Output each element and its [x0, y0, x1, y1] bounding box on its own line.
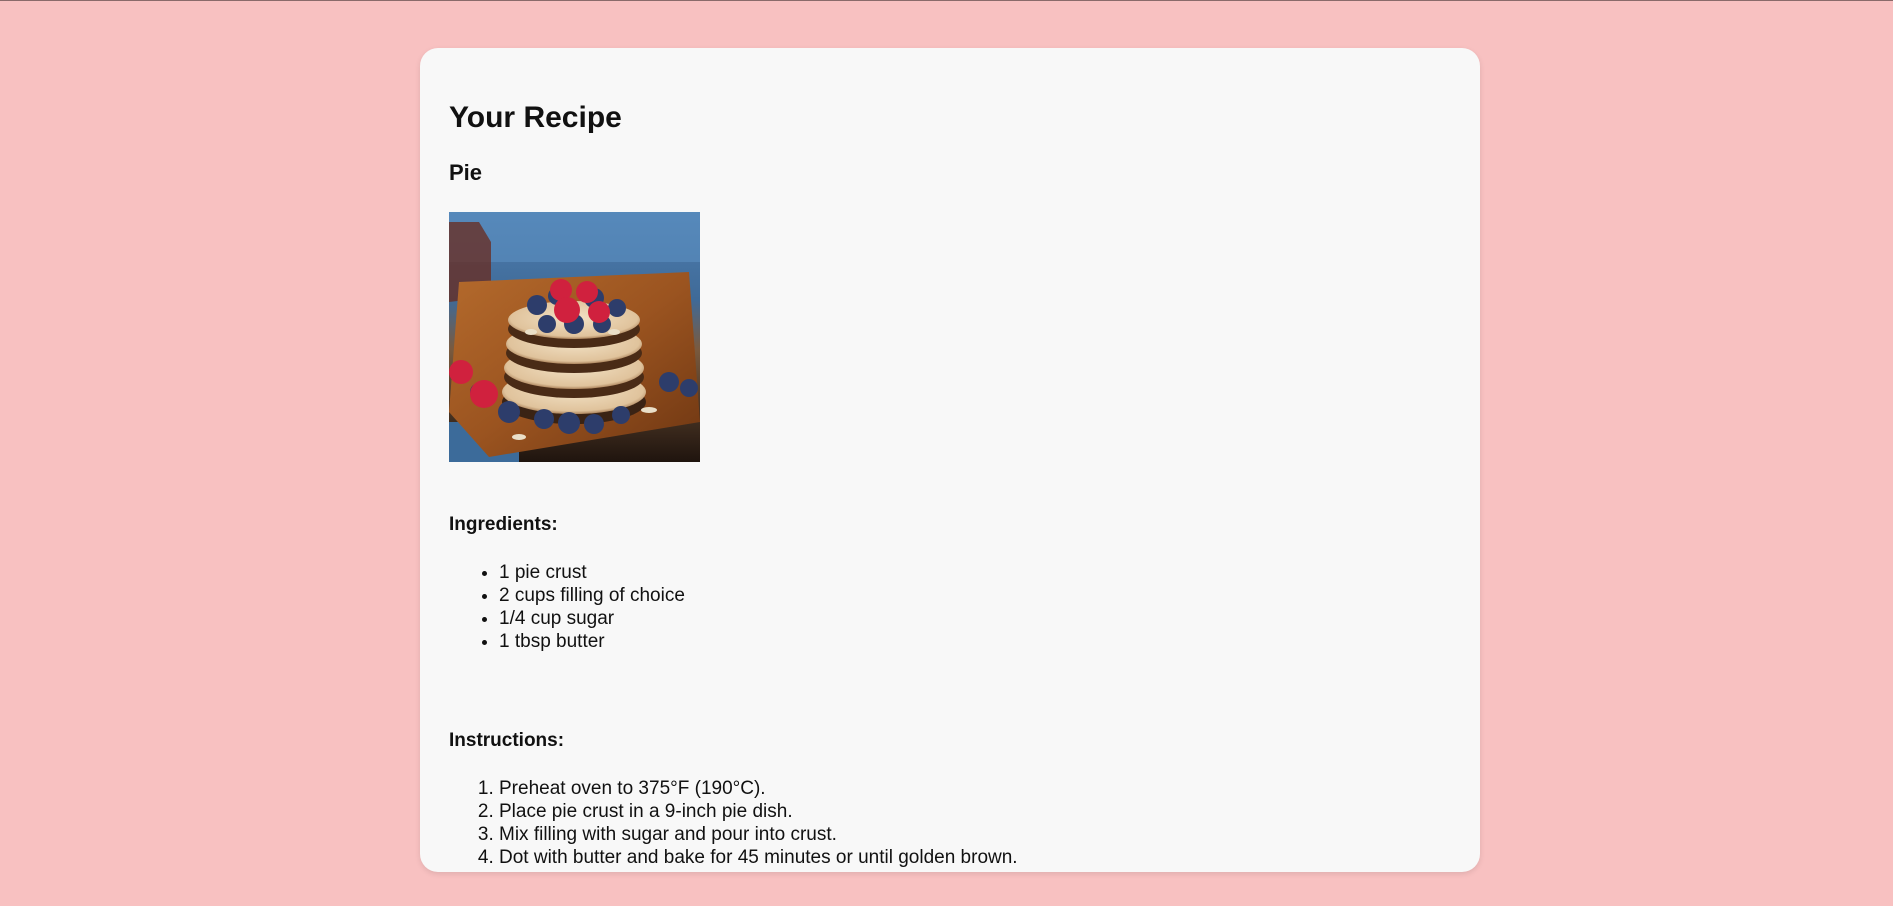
recipe-card: Your Recipe Pie Ingredients: • 1 pie cru…	[420, 48, 1480, 872]
ingredient-item: 1/4 cup sugar	[499, 607, 685, 630]
ingredients-list: 1 pie crust 2 cups filling of choice 1/4…	[449, 561, 685, 653]
recipe-name: Pie	[449, 160, 483, 185]
instructions-list: Preheat oven to 375°F (190°C). Place pie…	[449, 777, 1018, 869]
instruction-step: Place pie crust in a 9-inch pie dish.	[499, 800, 1018, 823]
instructions-heading: Instructions:	[449, 730, 565, 751]
recipe-image	[449, 212, 700, 462]
instruction-step: Preheat oven to 375°F (190°C).	[499, 777, 1018, 800]
instruction-step: Dot with butter and bake for 45 minutes …	[499, 846, 1018, 869]
instruction-step: Mix filling with sugar and pour into cru…	[499, 823, 1018, 846]
top-border	[0, 0, 1893, 1]
ingredients-heading: Ingredients:	[449, 514, 558, 535]
ingredient-item: 2 cups filling of choice	[499, 584, 685, 607]
ingredient-item: 1 pie crust	[499, 561, 685, 584]
page-title: Your Recipe	[449, 101, 622, 134]
ingredient-item: 1 tbsp butter	[499, 630, 685, 653]
